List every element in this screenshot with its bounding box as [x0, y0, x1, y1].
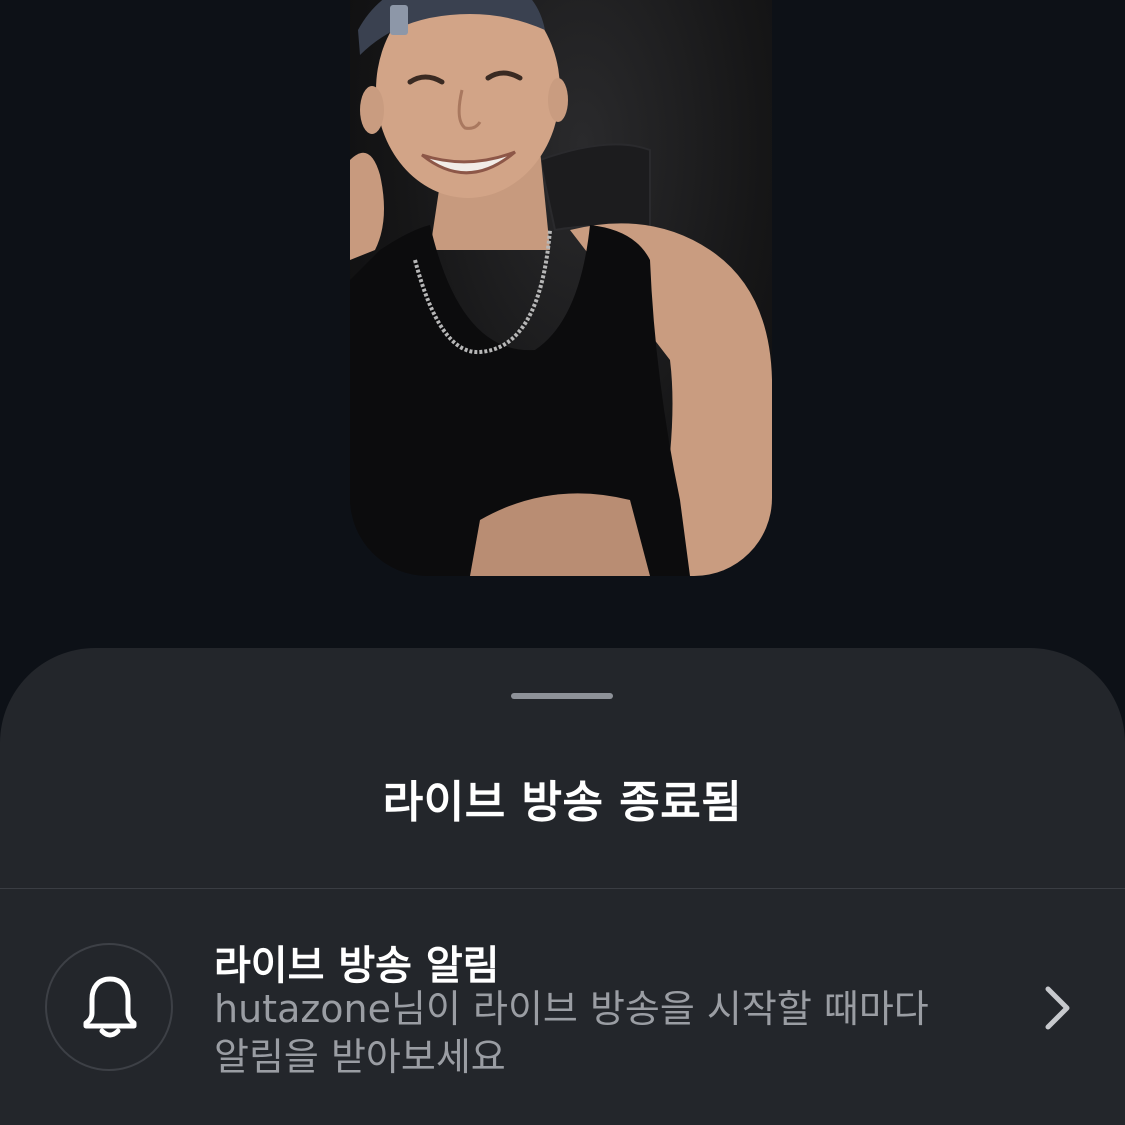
- bell-icon-circle: [45, 943, 173, 1071]
- live-ended-screen: 라이브 방송 종료됨 라이브 방송 알림 hutazone님이 라이브 방송을 …: [0, 0, 1125, 1125]
- notification-title: 라이브 방송 알림: [214, 943, 500, 989]
- notification-description: hutazone님이 라이브 방송을 시작할 때마다 알림을 받아보세요: [214, 985, 994, 1081]
- live-video-preview: [350, 0, 772, 576]
- notification-description-line2: 알림을 받아보세요: [214, 1035, 506, 1079]
- sheet-title: 라이브 방송 종료됨: [382, 777, 743, 828]
- live-ended-sheet: 라이브 방송 종료됨 라이브 방송 알림 hutazone님이 라이브 방송을 …: [0, 648, 1125, 1125]
- live-notification-row[interactable]: 라이브 방송 알림 hutazone님이 라이브 방송을 시작할 때마다 알림을…: [0, 889, 1125, 1125]
- sheet-drag-handle[interactable]: [511, 693, 613, 699]
- notification-description-line1: hutazone님이 라이브 방송을 시작할 때마다: [214, 987, 929, 1031]
- streamer-image: [350, 0, 772, 576]
- chevron-right-icon[interactable]: [1040, 985, 1074, 1035]
